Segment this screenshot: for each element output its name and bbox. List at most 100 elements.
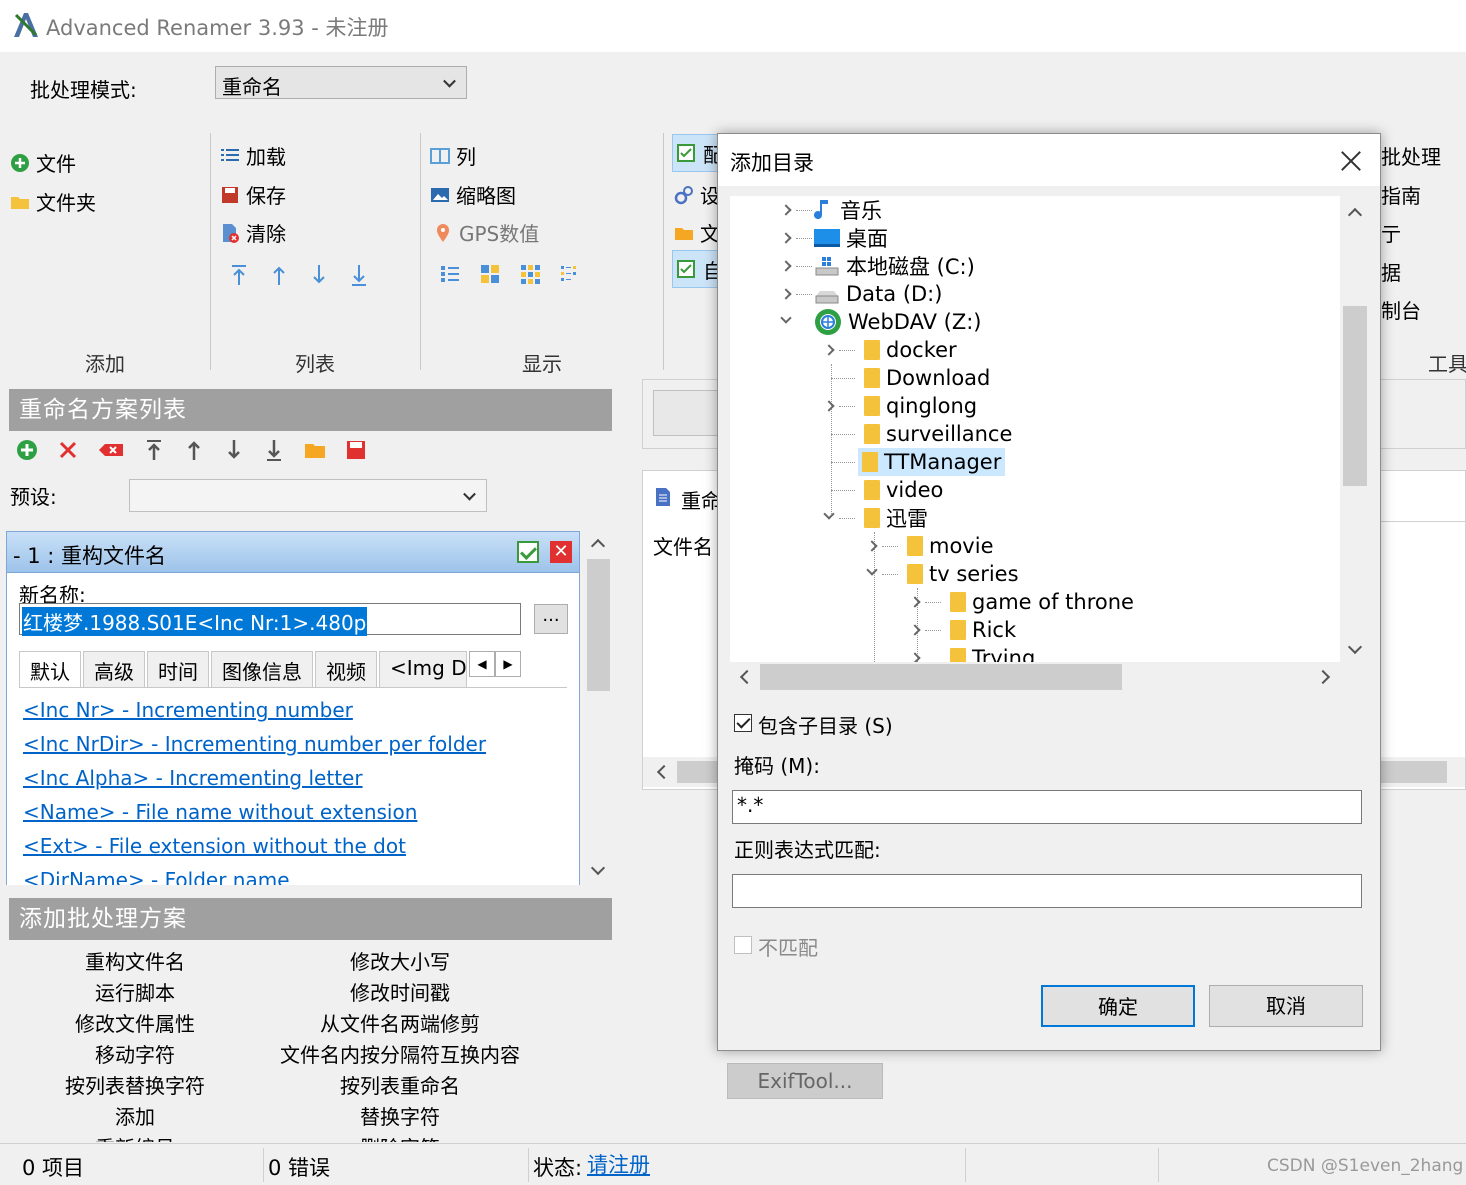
add-folder-button[interactable]: 文件夹 <box>10 187 96 216</box>
newname-input[interactable]: 红楼梦.1988.S01E<Inc Nr:1>.480p <box>19 603 521 636</box>
move-down-icon[interactable] <box>310 263 328 287</box>
remove-all-icon[interactable] <box>98 440 124 460</box>
method-option[interactable]: 重构文件名 <box>85 946 185 975</box>
tree-vscroll[interactable] <box>1340 196 1370 662</box>
cancel-button[interactable]: 取消 <box>1209 985 1363 1027</box>
tab-default[interactable]: 默认 <box>19 651 81 687</box>
tab-image-info[interactable]: 图像信息 <box>211 651 313 687</box>
tag-picker-button[interactable]: ... <box>534 604 568 634</box>
expand-icon[interactable] <box>823 344 835 356</box>
method-option[interactable]: 修改大小写 <box>350 946 450 975</box>
columns-button[interactable]: 列 <box>430 141 476 170</box>
no-match-checkbox[interactable] <box>734 936 752 954</box>
tree-node[interactable]: 本地磁盘 (C:) <box>814 252 975 280</box>
scroll-thumb[interactable] <box>587 559 610 691</box>
tree-node[interactable]: qinglong <box>864 392 977 420</box>
close-icon[interactable] <box>1340 150 1362 172</box>
expand-icon[interactable] <box>866 540 878 552</box>
tag-link[interactable]: <Name> - File name without extension <box>23 795 563 829</box>
expand-icon[interactable] <box>780 288 792 300</box>
scroll-left-icon[interactable] <box>739 669 755 685</box>
expand-icon[interactable] <box>780 232 792 244</box>
open-folder-icon[interactable] <box>304 440 326 460</box>
filename-column-header[interactable]: 文件名 <box>653 531 713 560</box>
delete-method-icon[interactable] <box>58 440 78 460</box>
hscroll-thumb[interactable] <box>760 664 1122 690</box>
tag-link[interactable]: <Inc Nr> - Incrementing number <box>23 693 563 727</box>
clear-list-button[interactable]: 清除 <box>220 218 286 247</box>
move-top-icon[interactable] <box>144 438 164 462</box>
tree-node[interactable]: 桌面 <box>814 224 888 252</box>
ok-button[interactable]: 确定 <box>1041 985 1195 1027</box>
no-match-label[interactable]: 不匹配 <box>758 932 818 961</box>
move-bottom-icon[interactable] <box>264 438 284 462</box>
expand-icon[interactable] <box>780 204 792 216</box>
tag-link[interactable]: <Ext> - File extension without the dot <box>23 829 563 863</box>
method-scrollbar[interactable] <box>585 531 612 885</box>
include-subdirs-checkbox[interactable] <box>734 714 752 732</box>
collapse-icon[interactable] <box>823 508 835 520</box>
tree-node[interactable]: Data (D:) <box>814 280 942 308</box>
tree-node[interactable]: WebDAV (Z:) <box>814 308 982 336</box>
add-file-button[interactable]: 文件 <box>10 148 76 177</box>
scroll-left-icon[interactable] <box>656 764 672 780</box>
scroll-right-icon[interactable] <box>1315 669 1331 685</box>
expand-icon[interactable] <box>780 260 792 272</box>
tag-link[interactable]: <Inc Alpha> - Incrementing letter <box>23 761 563 795</box>
tab-video[interactable]: 视频 <box>315 651 377 687</box>
config-toggle[interactable]: 配 <box>672 134 723 172</box>
data-button[interactable]: 据 <box>1381 257 1401 286</box>
include-subdirs-label[interactable]: 包含子目录 (S) <box>758 710 893 739</box>
method-remove-icon[interactable]: ✕ <box>550 541 572 563</box>
batch-mode-select[interactable]: 重命名 <box>215 66 467 99</box>
move-bottom-icon[interactable] <box>350 263 368 287</box>
gps-button[interactable]: GPS数值 <box>433 218 539 247</box>
method-enabled-checkbox[interactable] <box>517 541 539 563</box>
view-large-icon[interactable] <box>480 264 500 284</box>
thumbnails-button[interactable]: 缩略图 <box>430 180 516 209</box>
method-option[interactable]: 按列表替换字符 <box>65 1070 205 1099</box>
tab-advanced[interactable]: 高级 <box>83 651 145 687</box>
guide-button[interactable]: 指南 <box>1381 180 1421 209</box>
tag-link[interactable]: <Inc NrDir> - Incrementing number per fo… <box>23 727 563 761</box>
scroll-down-icon[interactable] <box>590 860 606 876</box>
tag-link[interactable]: <DirName> - Folder name <box>23 863 563 885</box>
tab-scroll-right-icon[interactable]: ▶ <box>495 651 521 677</box>
method-option[interactable]: 删除字符 <box>360 1132 440 1142</box>
tree-node[interactable]: Trying <box>950 644 1035 662</box>
folder-tree[interactable]: 音乐 桌面 本地磁盘 (C:) Data (D:) WebDAV (Z:) do… <box>730 196 1340 662</box>
expand-icon[interactable] <box>909 652 921 662</box>
mask-input[interactable]: *.* <box>732 790 1362 824</box>
tree-node[interactable]: Rick <box>950 616 1016 644</box>
exiftool-button[interactable]: ExifTool... <box>727 1063 883 1099</box>
move-up-icon[interactable] <box>270 263 288 287</box>
method-option[interactable]: 运行脚本 <box>95 977 175 1006</box>
expand-icon[interactable] <box>823 400 835 412</box>
folder-config-button[interactable]: 文 <box>674 218 720 247</box>
tree-node[interactable]: 迅雷 <box>864 504 928 532</box>
collapse-icon[interactable] <box>780 312 792 324</box>
tree-node[interactable]: surveillance <box>864 420 1012 448</box>
tab-img-d[interactable]: <Img D <box>379 651 467 687</box>
settings-button[interactable]: 设 <box>674 180 720 209</box>
move-top-icon[interactable] <box>230 263 248 287</box>
method-option[interactable]: 按列表重命名 <box>340 1070 460 1099</box>
tree-node-selected[interactable]: TTManager <box>858 448 1006 476</box>
move-down-icon[interactable] <box>224 438 244 462</box>
add-method-icon[interactable] <box>16 439 38 461</box>
method-option[interactable]: 修改时间戳 <box>350 977 450 1006</box>
view-details-icon[interactable] <box>440 264 460 284</box>
tree-node[interactable]: 音乐 <box>814 196 882 224</box>
preset-select[interactable] <box>129 479 487 512</box>
method-option[interactable]: 添加 <box>115 1101 155 1130</box>
save-list-button[interactable]: 保存 <box>220 180 286 209</box>
scroll-thumb[interactable] <box>1343 306 1367 486</box>
method-option[interactable]: 文件名内按分隔符互换内容 <box>280 1039 520 1068</box>
batch-tool-button[interactable]: 批处理 <box>1381 141 1441 170</box>
run-button[interactable]: 亍 <box>1381 218 1401 247</box>
tree-node[interactable]: docker <box>864 336 957 364</box>
view-list-icon[interactable] <box>560 264 580 284</box>
view-small-icon[interactable] <box>520 264 540 284</box>
method-option[interactable]: 重新编号 <box>95 1132 175 1142</box>
regex-input[interactable] <box>732 874 1362 908</box>
